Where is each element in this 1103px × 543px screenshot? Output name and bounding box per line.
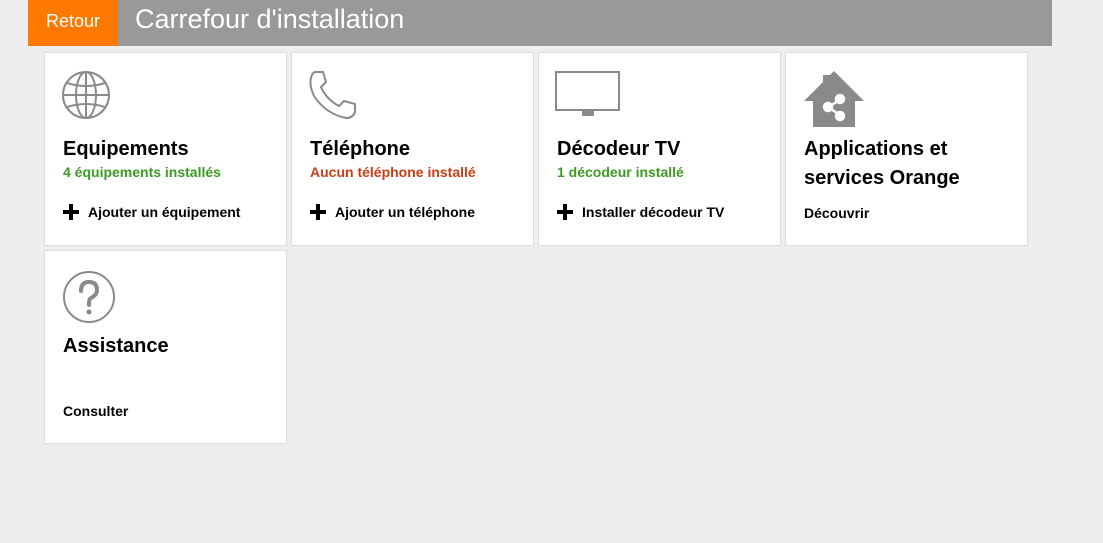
action-label: Consulter bbox=[63, 403, 129, 419]
help-icon bbox=[61, 267, 115, 327]
add-phone-button[interactable]: Ajouter un téléphone bbox=[310, 204, 475, 220]
discover-link[interactable]: Découvrir bbox=[804, 205, 869, 221]
tile-title: Applications et services Orange bbox=[804, 138, 960, 189]
plus-icon bbox=[557, 204, 573, 220]
tile-title: Décodeur TV bbox=[557, 138, 681, 160]
action-label: Installer décodeur TV bbox=[582, 204, 725, 220]
tile-applications-services[interactable]: Applications et services Orange Découvri… bbox=[785, 52, 1028, 246]
tile-telephone[interactable]: Téléphone Aucun téléphone installé Ajout… bbox=[291, 52, 534, 246]
header-bar: Retour Carrefour d'installation bbox=[28, 0, 1052, 46]
action-label: Ajouter un téléphone bbox=[335, 204, 475, 220]
action-label: Ajouter un équipement bbox=[88, 204, 241, 220]
back-button[interactable]: Retour bbox=[28, 0, 118, 46]
tv-icon bbox=[555, 69, 621, 129]
status-text: 4 équipements installés bbox=[63, 164, 221, 180]
plus-icon bbox=[310, 204, 326, 220]
page-title: Carrefour d'installation bbox=[135, 4, 405, 34]
tile-title: Equipements bbox=[63, 138, 189, 160]
home-share-icon bbox=[802, 69, 866, 129]
tile-title: Téléphone bbox=[310, 138, 411, 160]
consult-link[interactable]: Consulter bbox=[63, 403, 128, 419]
status-text: 1 décodeur installé bbox=[557, 164, 684, 180]
tile-title: Assistance bbox=[63, 335, 169, 357]
action-label: Découvrir bbox=[804, 205, 870, 221]
plus-icon bbox=[63, 204, 79, 220]
status-text: Aucun téléphone installé bbox=[310, 164, 476, 180]
globe-icon bbox=[61, 69, 113, 129]
tile-equipements[interactable]: Equipements 4 équipements installés Ajou… bbox=[44, 52, 287, 246]
tile-decodeur-tv[interactable]: Décodeur TV 1 décodeur installé Installe… bbox=[538, 52, 781, 246]
add-equipment-button[interactable]: Ajouter un équipement bbox=[63, 204, 240, 220]
tile-assistance[interactable]: Assistance Consulter bbox=[44, 250, 287, 444]
install-decoder-button[interactable]: Installer décodeur TV bbox=[557, 204, 724, 220]
phone-icon bbox=[308, 69, 360, 129]
